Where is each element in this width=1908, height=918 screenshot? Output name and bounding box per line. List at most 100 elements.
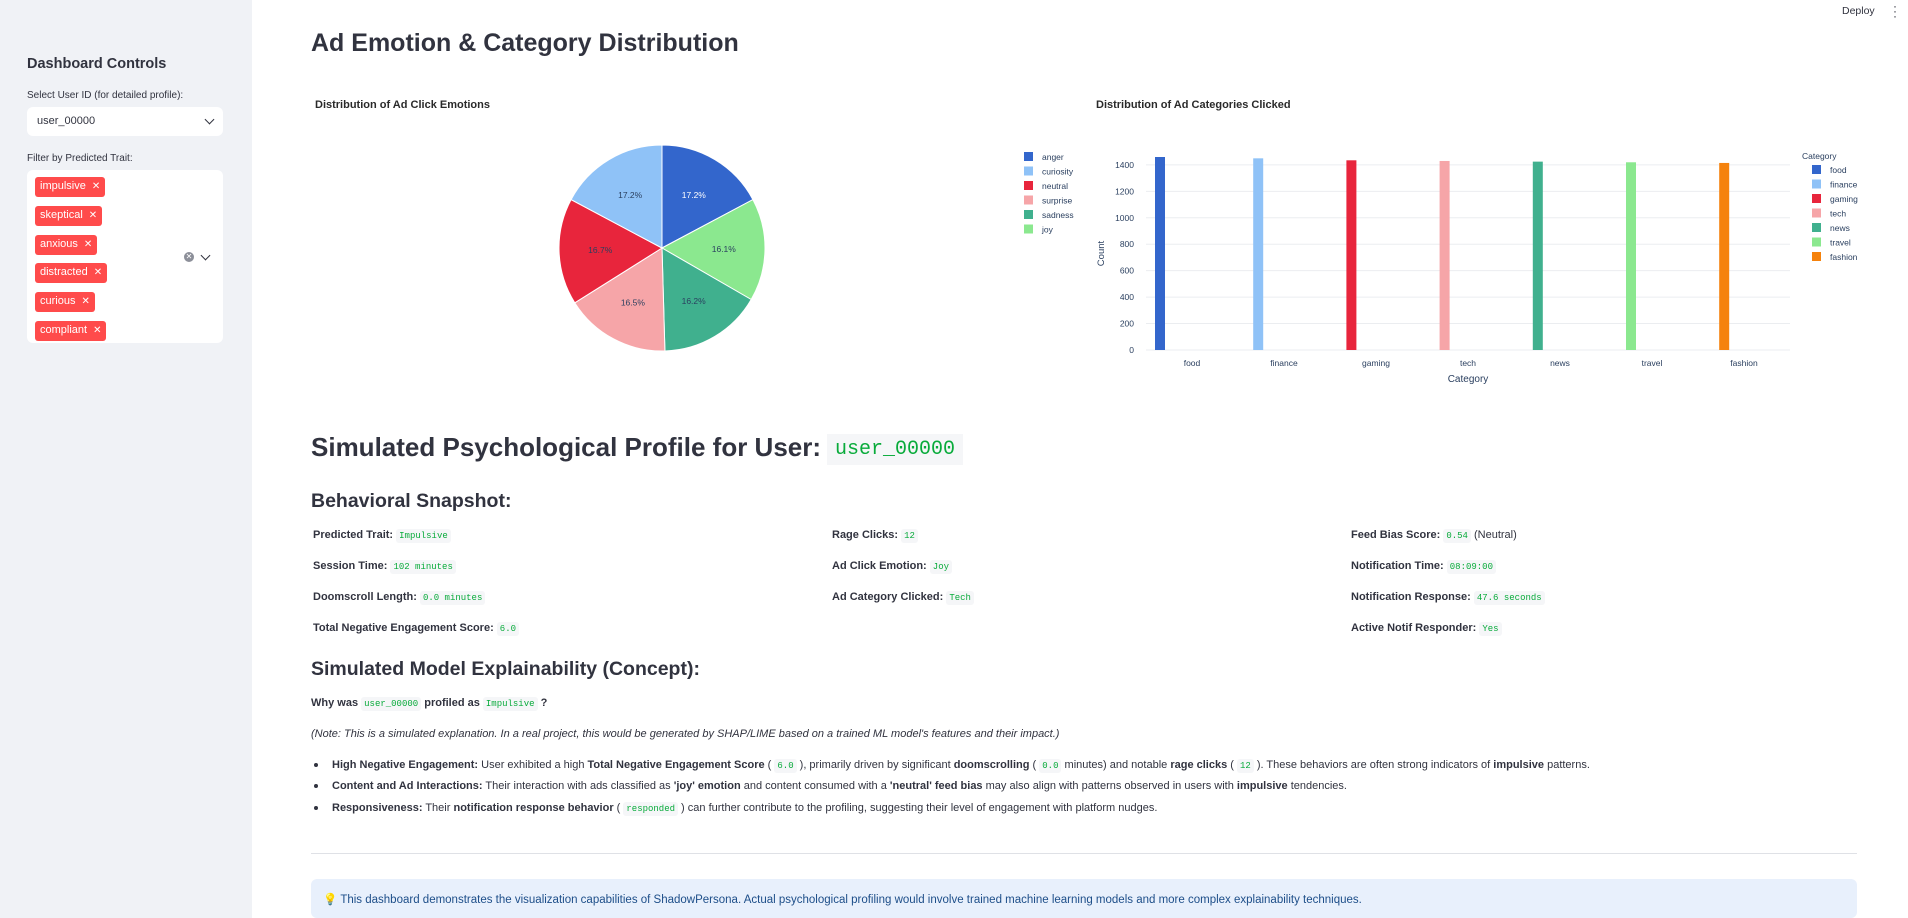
legend-swatch: [1812, 194, 1821, 203]
field-value: 0.54: [1443, 529, 1471, 543]
bar-food: [1155, 157, 1165, 350]
legend-label: neutral: [1042, 181, 1068, 191]
legend-swatch: [1812, 179, 1821, 189]
bullet-dot: [314, 784, 318, 788]
more-menu-icon[interactable]: · · ·: [1893, 0, 1897, 22]
chevron-down-icon[interactable]: [200, 250, 211, 261]
field-value: Joy: [929, 560, 952, 574]
trait-tag-label: compliant: [40, 324, 88, 336]
active-notif-field: Active Notif Responder: Yes: [1351, 622, 1502, 636]
emotion-pie-chart: 17.2% 16.1% 16.2% 16.5% 16.7% 17.2% anger curio…: [558, 144, 1074, 352]
field-label: Notification Response:: [1351, 591, 1471, 603]
bar-finance: [1253, 158, 1264, 350]
deploy-button[interactable]: Deploy: [1842, 5, 1875, 17]
field-value: 6.0: [496, 622, 519, 636]
predicted-trait-field: Predicted Trait: Impulsive: [313, 529, 451, 543]
y-tick-label: 600: [1120, 266, 1134, 276]
rage-clicks-field: Rage Clicks: 12: [832, 529, 918, 543]
x-tick-label: news: [1550, 358, 1570, 368]
why-user-code: user_00000: [361, 697, 422, 711]
legend-label: travel: [1830, 238, 1851, 248]
x-tick-label: food: [1184, 358, 1201, 368]
divider: [311, 853, 1857, 854]
feed-bias-field: Feed Bias Score: 0.54 (Neutral): [1351, 529, 1517, 543]
legend-title: Category: [1802, 151, 1837, 161]
info-text: This dashboard demonstrates the visualiz…: [340, 894, 1362, 906]
x-tick-label: tech: [1460, 358, 1476, 368]
bullet-dot: [314, 806, 318, 810]
trait-tag[interactable]: distracted ✕: [35, 263, 108, 283]
y-tick-label: 400: [1120, 292, 1134, 302]
notif-time-field: Notification Time: 08:09:00: [1351, 560, 1496, 574]
profile-heading-text: Simulated Psychological Profile for User…: [311, 432, 822, 462]
ad-emotion-field: Ad Click Emotion: Joy: [832, 560, 952, 574]
y-tick-label: 800: [1120, 239, 1134, 249]
trait-tag-label: curious: [40, 295, 76, 307]
lightbulb-icon: 💡: [323, 894, 338, 906]
close-icon[interactable]: ✕: [93, 325, 101, 336]
legend-swatch: [1812, 223, 1821, 232]
bar-tech: [1439, 160, 1450, 350]
close-icon[interactable]: ✕: [81, 296, 89, 307]
clear-all-icon[interactable]: ✕: [184, 252, 194, 262]
page-title: Ad Emotion & Category Distribution: [311, 29, 739, 57]
neg-score-field: Total Negative Engagement Score: 6.0: [313, 622, 519, 636]
list-item: Responsiveness: Their notification respo…: [314, 802, 1157, 816]
pie-label: 16.7%: [588, 245, 613, 255]
legend-label: curiosity: [1042, 167, 1074, 177]
legend-label: food: [1830, 165, 1847, 175]
close-icon[interactable]: ✕: [94, 267, 102, 278]
list-item: Content and Ad Interactions: Their inter…: [314, 780, 1347, 792]
field-value: 102 minutes: [390, 560, 456, 574]
legend-swatch: [1024, 224, 1033, 234]
x-tick-label: gaming: [1362, 358, 1390, 368]
field-label: Session Time:: [313, 560, 388, 572]
snapshot-heading: Behavioral Snapshot:: [311, 490, 512, 512]
y-tick-label: 1400: [1115, 160, 1134, 170]
y-tick-label: 1200: [1115, 186, 1134, 196]
user-select[interactable]: user_00000: [27, 107, 223, 136]
legend-label: gaming: [1830, 194, 1858, 204]
field-value: 12: [901, 529, 918, 543]
close-icon[interactable]: ✕: [89, 210, 97, 221]
legend-swatch: [1024, 152, 1033, 161]
legend-swatch: [1812, 237, 1821, 247]
x-tick-label: travel: [1642, 358, 1663, 368]
pie-label: 17.2%: [682, 190, 707, 200]
close-icon[interactable]: ✕: [84, 239, 92, 250]
legend-label: news: [1830, 223, 1850, 233]
session-time-field: Session Time: 102 minutes: [313, 560, 456, 574]
trait-tag-label: anxious: [40, 238, 78, 250]
pie-label: 16.1%: [712, 244, 737, 254]
field-value: Impulsive: [396, 529, 451, 543]
field-label: Ad Click Emotion:: [832, 560, 927, 572]
legend-label: surprise: [1042, 196, 1073, 206]
category-bar-chart: 0 200 400 600 800 1000 1200 1400 food finance gami…: [1096, 151, 1858, 385]
trait-multiselect[interactable]: impulsive ✕ skeptical ✕ anxious ✕ distracte…: [27, 170, 223, 343]
pie-label: 16.5%: [621, 298, 646, 308]
trait-tag[interactable]: curious ✕: [35, 292, 95, 312]
trait-tag[interactable]: compliant ✕: [35, 321, 107, 341]
close-icon[interactable]: ✕: [92, 181, 100, 192]
legend-label: tech: [1830, 209, 1846, 219]
user-select-value: user_00000: [37, 115, 96, 127]
info-box: 💡 This dashboard demonstrates the visual…: [311, 879, 1857, 918]
field-value: Tech: [946, 591, 974, 605]
trait-tag[interactable]: skeptical ✕: [35, 206, 103, 226]
legend-swatch: [1024, 181, 1033, 190]
legend-label: joy: [1041, 225, 1054, 235]
explain-heading: Simulated Model Explainability (Concept)…: [311, 658, 700, 680]
ad-category-field: Ad Category Clicked: Tech: [832, 591, 974, 605]
trait-tag[interactable]: anxious ✕: [35, 235, 98, 255]
y-tick-label: 200: [1120, 319, 1134, 329]
list-item: High Negative Engagement: User exhibited…: [314, 759, 1590, 773]
pie-label: 16.2%: [682, 296, 707, 306]
field-label: Predicted Trait:: [313, 529, 394, 541]
field-label: Active Notif Responder:: [1351, 622, 1477, 634]
legend-label: anger: [1042, 152, 1064, 162]
bar-fashion: [1719, 162, 1730, 350]
sidebar-title: Dashboard Controls: [27, 56, 167, 72]
trait-tag[interactable]: impulsive ✕: [35, 177, 106, 197]
legend-swatch: [1812, 165, 1821, 174]
doomscroll-field: Doomscroll Length: 0.0 minutes: [313, 591, 486, 605]
